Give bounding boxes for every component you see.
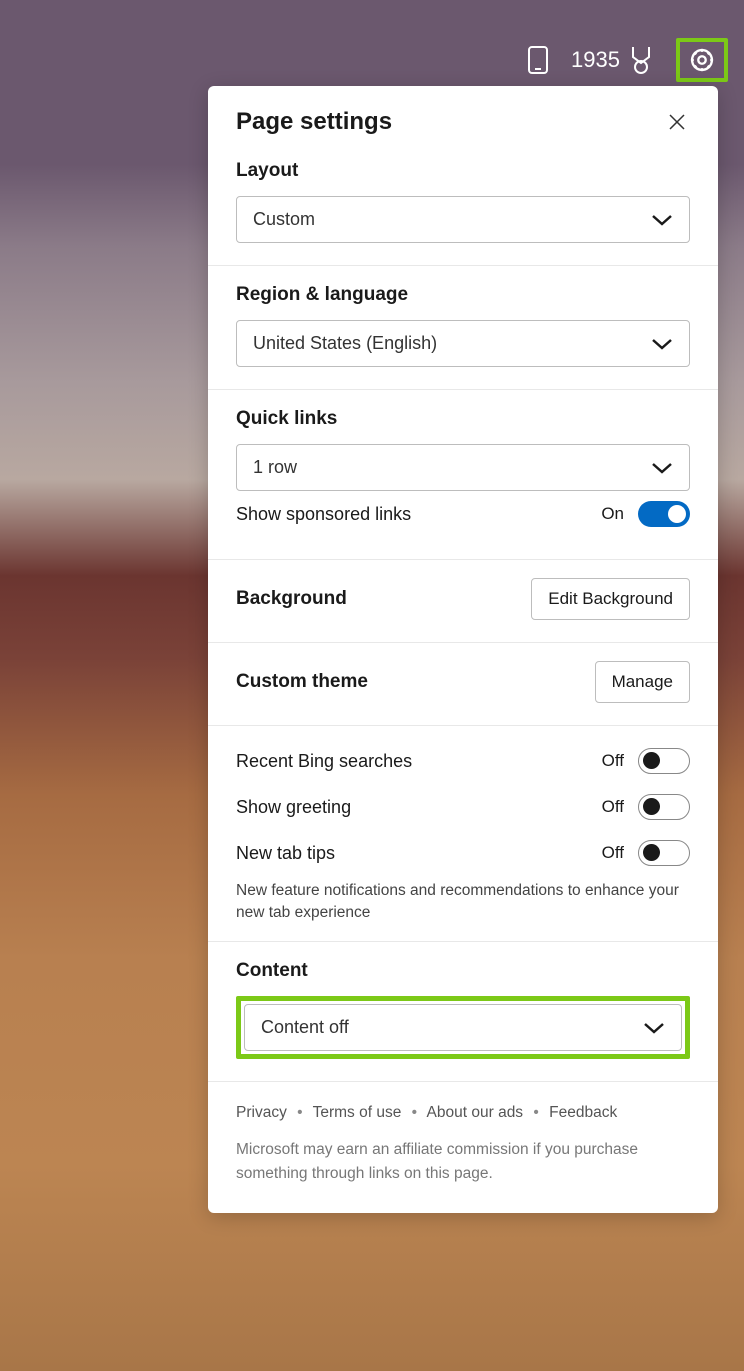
chevron-down-icon xyxy=(643,1021,665,1035)
tips-description: New feature notifications and recommenda… xyxy=(236,880,690,923)
region-heading: Region & language xyxy=(236,284,690,306)
footer-disclaimer: Microsoft may earn an affiliate commissi… xyxy=(236,1138,690,1185)
content-dropdown-highlight: Content off xyxy=(236,996,690,1059)
privacy-link[interactable]: Privacy xyxy=(236,1104,287,1121)
sponsored-links-label: Show sponsored links xyxy=(236,504,411,525)
panel-title: Page settings xyxy=(236,108,392,136)
settings-button[interactable] xyxy=(688,46,716,74)
rewards-points[interactable]: 1935 xyxy=(571,45,654,75)
region-value: United States (English) xyxy=(253,333,437,354)
layout-value: Custom xyxy=(253,209,315,230)
edit-background-button[interactable]: Edit Background xyxy=(531,578,690,620)
gear-icon xyxy=(688,46,716,74)
greeting-toggle[interactable] xyxy=(638,794,690,820)
close-button[interactable] xyxy=(664,109,690,135)
close-icon xyxy=(668,113,686,131)
settings-button-highlight xyxy=(676,38,728,82)
quicklinks-heading: Quick links xyxy=(236,408,690,430)
footer-links: Privacy • Terms of use • About our ads •… xyxy=(236,1104,690,1122)
background-heading: Background xyxy=(236,588,347,610)
recent-bing-state: Off xyxy=(602,751,624,771)
chevron-down-icon xyxy=(651,337,673,351)
content-value: Content off xyxy=(261,1017,349,1038)
layout-heading: Layout xyxy=(236,160,690,182)
tips-label: New tab tips xyxy=(236,843,335,864)
sponsored-state: On xyxy=(601,504,624,524)
page-settings-panel: Page settings Layout Custom Region & lan… xyxy=(208,86,718,1213)
greeting-label: Show greeting xyxy=(236,797,351,818)
chevron-down-icon xyxy=(651,461,673,475)
ads-link[interactable]: About our ads xyxy=(427,1104,524,1121)
region-dropdown[interactable]: United States (English) xyxy=(236,320,690,367)
rewards-icon xyxy=(628,45,654,75)
layout-dropdown[interactable]: Custom xyxy=(236,196,690,243)
feedback-link[interactable]: Feedback xyxy=(549,1104,617,1121)
sponsored-toggle[interactable] xyxy=(638,501,690,527)
mobile-icon[interactable] xyxy=(527,45,549,75)
content-heading: Content xyxy=(236,960,690,982)
chevron-down-icon xyxy=(651,213,673,227)
quicklinks-dropdown[interactable]: 1 row xyxy=(236,444,690,491)
content-dropdown[interactable]: Content off xyxy=(244,1004,682,1051)
recent-bing-toggle[interactable] xyxy=(638,748,690,774)
points-value: 1935 xyxy=(571,47,620,73)
recent-bing-label: Recent Bing searches xyxy=(236,751,412,772)
manage-theme-button[interactable]: Manage xyxy=(595,661,690,703)
terms-link[interactable]: Terms of use xyxy=(313,1104,402,1121)
tips-state: Off xyxy=(602,843,624,863)
theme-heading: Custom theme xyxy=(236,671,368,693)
greeting-state: Off xyxy=(602,797,624,817)
tips-toggle[interactable] xyxy=(638,840,690,866)
quicklinks-value: 1 row xyxy=(253,457,297,478)
